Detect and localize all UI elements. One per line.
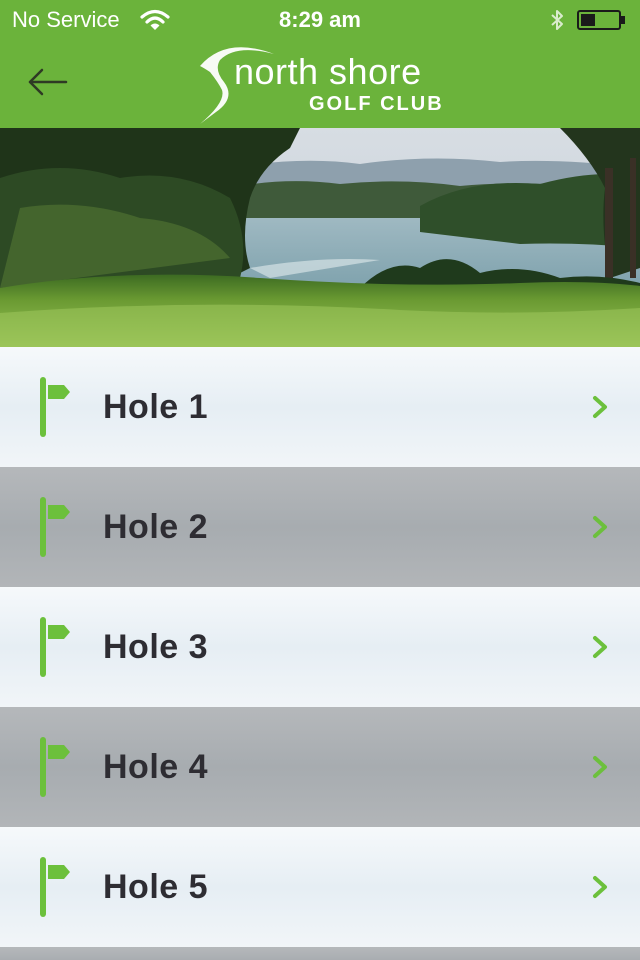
logo-title: north shore: [234, 51, 422, 92]
flag-icon: [40, 617, 70, 677]
chevron-right-icon: [593, 876, 607, 898]
back-button[interactable]: [20, 62, 72, 102]
app-header: No Service 8:29 am north shore GOLF CLUB: [0, 0, 640, 128]
hero-image: [0, 128, 640, 347]
logo-subtitle: GOLF CLUB: [309, 93, 444, 115]
chevron-right-icon: [593, 516, 607, 538]
status-bar: No Service 8:29 am: [0, 0, 640, 40]
hole-label: Hole 5: [103, 868, 209, 906]
list-item-hole-3[interactable]: Hole 3: [0, 587, 640, 707]
chevron-right-icon: [593, 636, 607, 658]
flag-icon: [40, 377, 70, 437]
chevron-right-icon: [593, 396, 607, 418]
list-item-hole-5[interactable]: Hole 5: [0, 827, 640, 947]
flag-icon: [40, 857, 70, 917]
hole-label: Hole 2: [103, 508, 209, 546]
flag-icon: [40, 497, 70, 557]
list-item-hole-1[interactable]: Hole 1: [0, 347, 640, 467]
chevron-right-icon: [593, 756, 607, 778]
list-item-hole-4[interactable]: Hole 4: [0, 707, 640, 827]
status-time: 8:29 am: [279, 7, 361, 32]
battery-icon: [577, 10, 625, 30]
list-item-partial[interactable]: [0, 947, 640, 960]
list-item-hole-2[interactable]: Hole 2: [0, 467, 640, 587]
hole-label: Hole 3: [103, 628, 209, 666]
bluetooth-icon: [551, 10, 563, 30]
hole-label: Hole 4: [103, 748, 209, 786]
hole-list: Hole 1 Hole 2 Hole 3 Hole 4 Hole 5: [0, 347, 640, 960]
club-logo: north shore GOLF CLUB: [196, 42, 446, 126]
flag-icon: [40, 737, 70, 797]
hole-label: Hole 1: [103, 388, 209, 426]
golf-course-image: [0, 128, 640, 347]
